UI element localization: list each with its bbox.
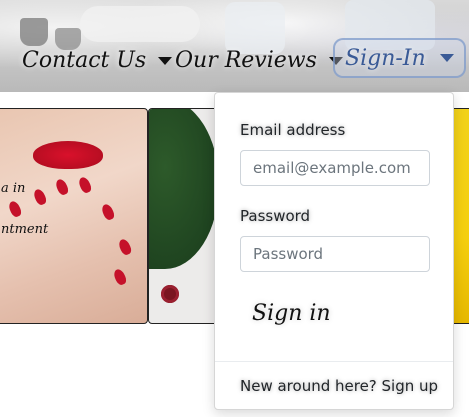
nav-our-reviews[interactable]: Our Reviews [175, 48, 343, 73]
leaf-image [149, 109, 219, 269]
nail-decor [32, 187, 48, 207]
lips-image [33, 141, 103, 169]
sign-in-button[interactable]: Sign in [240, 297, 343, 330]
nail-decor [100, 202, 116, 222]
password-label: Password [240, 207, 311, 225]
background-stool [55, 28, 81, 50]
chevron-down-icon [439, 54, 454, 62]
nail-decor [54, 177, 70, 197]
chevron-down-icon [158, 56, 173, 65]
sign-up-link[interactable]: New around here? Sign up [240, 377, 438, 395]
dropdown-divider [215, 361, 453, 362]
sign-in-dropdown: Email address Password Sign in New aroun… [214, 92, 454, 410]
nav-sign-in[interactable]: Sign-In [333, 38, 466, 78]
nail-decor [117, 237, 133, 257]
nail-decor [77, 175, 93, 195]
email-label: Email address [240, 121, 346, 139]
background-sofa [80, 6, 200, 42]
nav-sign-in-label: Sign-In [345, 45, 426, 71]
nav-contact-us[interactable]: Contact Us [22, 48, 173, 73]
nail-decor [7, 199, 23, 219]
card-caption-top: a in [1, 181, 26, 196]
email-field[interactable] [240, 150, 430, 186]
nail-decor [112, 267, 128, 287]
background-stool [20, 18, 48, 46]
gallery-card-nails[interactable]: a in ntment [0, 108, 148, 324]
nav-contact-us-label: Contact Us [22, 48, 147, 73]
card-caption-bottom: ntment [1, 222, 49, 237]
password-field[interactable] [240, 236, 430, 272]
seed-image [161, 285, 179, 303]
background-chair [225, 2, 285, 54]
nav-our-reviews-label: Our Reviews [175, 48, 317, 73]
